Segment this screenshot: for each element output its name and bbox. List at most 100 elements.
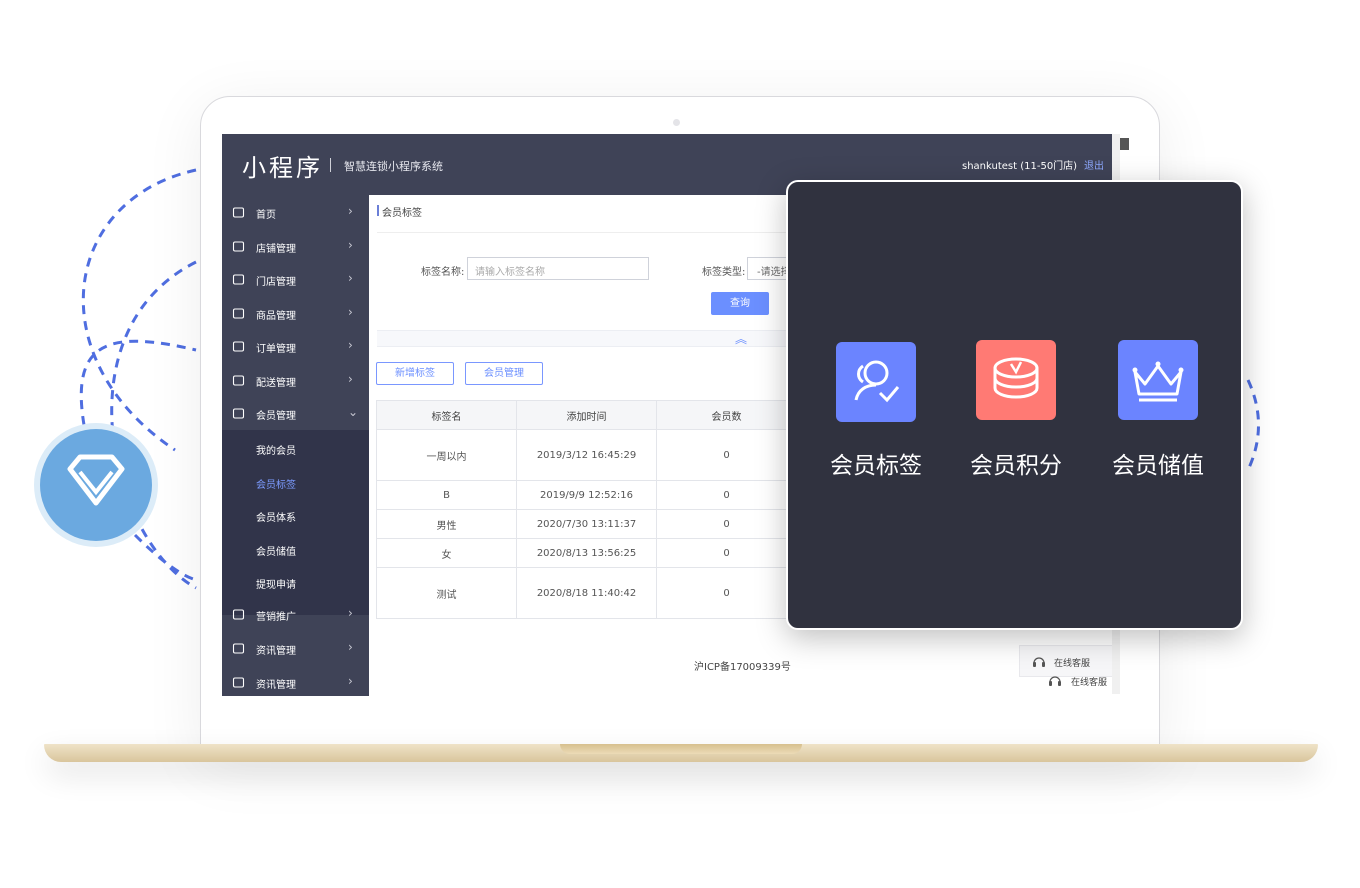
table-row: 男性 2020/7/30 13:11:37 0 (376, 509, 797, 539)
sidebar-item[interactable]: 首页 › (222, 196, 369, 229)
breadcrumb-marker (377, 205, 379, 216)
member-manage-button[interactable]: 会员管理 (465, 362, 543, 385)
table-cell: 2019/3/12 16:45:29 (516, 429, 657, 481)
sidebar: 首页 › 店铺管理 › 门店管理 › 商品管理 › 订单管理 › 配送管理 › 会员管理 ⌄ 我的会员会员标… (222, 195, 369, 696)
tag-table: 标签名 添加时间 会员数 一周以内 2019/3/12 16:45:29 0 B 201… (376, 400, 797, 619)
headset-icon-small (1049, 676, 1061, 686)
col-header-add-time: 添加时间 (516, 400, 657, 430)
table-cell: 0 (656, 567, 797, 619)
sidebar-item-label: 首页 (256, 210, 276, 221)
sidebar-item[interactable]: 资讯管理 › (222, 666, 369, 696)
sidebar-subitem[interactable]: 我的会员 (256, 442, 296, 457)
table-cell: 一周以内 (376, 429, 517, 481)
news-icon (232, 642, 245, 655)
globe-icon (232, 608, 245, 621)
logout-link[interactable]: 退出 (1084, 157, 1104, 172)
sidebar-item-label: 资讯管理 (256, 680, 296, 691)
chevron-down-icon: ⌄ (348, 405, 359, 419)
table-cell: 2020/7/30 13:11:37 (516, 509, 657, 539)
current-user: shankutest (11-50门店) (962, 161, 1078, 172)
col-header-member-count: 会员数 (656, 400, 797, 430)
table-cell: 0 (656, 538, 797, 568)
chevron-right-icon: › (348, 674, 353, 688)
feature-label-member-tag: 会员标签 (830, 453, 922, 479)
sidebar-item-label: 资讯管理 (256, 646, 296, 657)
online-service-label-2[interactable]: 在线客服 (1071, 675, 1107, 688)
sidebar-item-label: 店铺管理 (256, 243, 296, 255)
query-button[interactable]: 查询 (711, 292, 769, 315)
chevron-right-icon: › (348, 338, 353, 352)
online-service-label[interactable]: 在线客服 (1054, 656, 1090, 669)
table-cell: 测试 (376, 567, 517, 619)
sidebar-item[interactable]: 会员管理 ⌄ (222, 397, 369, 430)
sidebar-item-label: 订单管理 (256, 344, 296, 355)
sidebar-item[interactable]: 资讯管理 › (222, 632, 369, 665)
sidebar-subitem[interactable]: 会员标签 (256, 476, 296, 491)
chevron-right-icon: › (348, 304, 353, 319)
tag-type-label: 标签类型: (702, 267, 746, 278)
sidebar-item-label: 会员管理 (256, 411, 296, 422)
sidebar-item[interactable]: 订单管理 › (222, 330, 369, 363)
crown-icon[interactable] (1118, 340, 1198, 420)
diamond-icon (67, 454, 125, 506)
logo-divider (330, 158, 331, 172)
member-tag-icon[interactable] (836, 342, 916, 422)
tag-name-input[interactable]: 请输入标签名称 (467, 257, 649, 280)
table-cell: 2020/8/18 11:40:42 (516, 567, 657, 619)
news-chart-icon (232, 676, 245, 689)
sidebar-item-label: 商品管理 (256, 310, 296, 322)
sidebar-item-label: 门店管理 (256, 277, 296, 288)
add-tag-button[interactable]: 新增标签 (376, 362, 454, 385)
sidebar-subitem[interactable]: 提现申请 (256, 576, 296, 591)
diamond-badge (40, 429, 152, 541)
headset-icon (1033, 657, 1045, 667)
chevron-right-icon: › (348, 204, 353, 218)
icp-footer: 沪ICP备17009339号 (694, 662, 791, 673)
feature-label-member-stored-value: 会员储值 (1112, 453, 1204, 479)
goods-icon (232, 307, 245, 320)
table-row: 一周以内 2019/3/12 16:45:29 0 (376, 429, 797, 481)
coin-stack-icon[interactable] (976, 340, 1056, 420)
truck-icon (232, 374, 245, 387)
table-cell: 2019/9/9 12:52:16 (516, 480, 657, 510)
app-logo: 小程序 (242, 154, 323, 182)
order-icon (232, 340, 245, 353)
app-subtitle: 智慧连锁小程序系统 (344, 160, 443, 173)
sidebar-item[interactable]: 门店管理 › (222, 263, 369, 296)
chevron-right-icon: › (348, 640, 353, 654)
col-header-tag-name: 标签名 (376, 400, 517, 430)
table-row: 女 2020/8/13 13:56:25 0 (376, 538, 797, 568)
feature-card: 会员标签 会员积分 会员储值 (786, 180, 1243, 630)
sidebar-item-label: 配送管理 (256, 377, 296, 389)
table-cell: 0 (656, 429, 797, 481)
breadcrumb: 会员标签 (382, 208, 422, 219)
tag-name-label: 标签名称: (421, 267, 465, 278)
sidebar-item[interactable]: 店铺管理 › (222, 230, 369, 263)
sidebar-subitem[interactable]: 会员体系 (256, 509, 296, 524)
table-cell: 男性 (376, 509, 517, 539)
table-cell: 0 (656, 509, 797, 539)
sidebar-item[interactable]: 营销推广 › (222, 598, 369, 631)
scrollbar-thumb[interactable] (1120, 138, 1129, 150)
chevron-right-icon: › (348, 237, 353, 252)
member-icon (232, 407, 245, 420)
chevron-right-icon: › (348, 271, 353, 285)
collapse-up-icon[interactable]: ︽ (735, 330, 747, 347)
chevron-right-icon: › (348, 606, 353, 620)
sidebar-item[interactable]: 商品管理 › (222, 297, 369, 330)
shop-icon (232, 240, 245, 253)
sidebar-item-label: 营销推广 (256, 612, 296, 623)
sidebar-subitem[interactable]: 会员储值 (256, 543, 296, 558)
table-row: B 2019/9/9 12:52:16 0 (376, 480, 797, 510)
chevron-right-icon: › (348, 371, 353, 386)
table-cell: 女 (376, 538, 517, 568)
laptop-camera (673, 119, 680, 126)
table-cell: 0 (656, 480, 797, 510)
store-icon (232, 273, 245, 286)
table-cell: 2020/8/13 13:56:25 (516, 538, 657, 568)
feature-label-member-points: 会员积分 (970, 453, 1062, 479)
sidebar-item[interactable]: 配送管理 › (222, 364, 369, 397)
table-row: 测试 2020/8/18 11:40:42 0 (376, 567, 797, 619)
laptop-notch (560, 744, 802, 754)
home-icon (232, 206, 245, 219)
